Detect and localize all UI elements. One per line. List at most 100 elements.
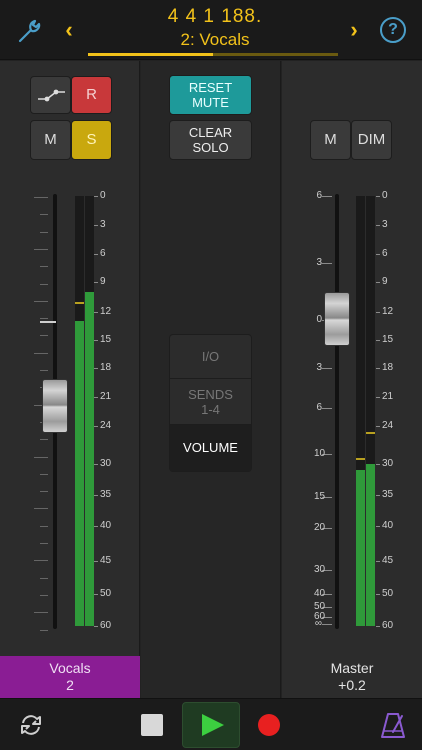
meter-left-level	[356, 470, 365, 626]
view-sends-label: SENDS	[188, 387, 233, 402]
mute-button[interactable]: M	[30, 120, 71, 160]
meter-scale-label: 30	[100, 458, 112, 469]
reset-mute-button[interactable]: RESET MUTE	[169, 75, 252, 115]
playhead-position[interactable]: 4 4 1 188.	[90, 6, 340, 28]
previous-track-button[interactable]: ‹	[58, 16, 80, 44]
fader-tick	[40, 577, 48, 579]
master-fader-label: 15	[314, 491, 326, 502]
selected-track-name: 2: Vocals	[180, 30, 250, 49]
meter-tick	[376, 340, 380, 341]
fader-tick	[40, 543, 48, 544]
automation-button[interactable]	[30, 76, 71, 114]
reset-mute-label-2: MUTE	[192, 95, 229, 110]
meter-tick	[94, 225, 98, 226]
master-fader-tick	[322, 408, 332, 409]
fader-tick	[34, 248, 48, 250]
meter-scale-label: 40	[100, 520, 112, 531]
meter-tick	[376, 397, 380, 398]
dim-button[interactable]: DIM	[351, 120, 392, 160]
fader-tick	[34, 352, 48, 354]
meter-scale-label: 9	[100, 276, 106, 287]
meter-tick	[376, 254, 380, 255]
meter-right-level	[366, 464, 375, 626]
clear-solo-button[interactable]: CLEAR SOLO	[169, 120, 252, 160]
fader-tick	[40, 370, 48, 371]
meter-tick	[94, 526, 98, 527]
track-number-label: 2	[66, 677, 74, 693]
master-fader-knob[interactable]	[324, 292, 350, 346]
meter-tick	[376, 561, 380, 562]
vocals-name-plate[interactable]: Vocals 2	[0, 656, 140, 698]
view-io-button[interactable]: I/O	[170, 335, 251, 379]
play-icon	[202, 714, 224, 736]
control-bar: ‹ 4 4 1 188. 2: Vocals › ?	[0, 0, 422, 60]
metronome-icon[interactable]	[378, 710, 408, 740]
meter-tick	[94, 196, 98, 197]
help-button[interactable]: ?	[380, 17, 406, 43]
meter-scale-label: 12	[100, 306, 112, 317]
vocals-fader-knob[interactable]	[42, 378, 68, 433]
solo-button[interactable]: S	[71, 120, 112, 160]
meter-tick	[376, 626, 380, 627]
meter-tick	[376, 225, 380, 226]
meter-right-level	[85, 292, 94, 626]
meter-scale-label: 60	[382, 620, 394, 631]
meter-tick	[376, 368, 380, 369]
master-name-label: Master	[330, 660, 374, 676]
view-sends-button[interactable]: SENDS 1-4	[170, 379, 251, 425]
stop-icon[interactable]	[141, 714, 163, 736]
meter-tick	[94, 282, 98, 283]
play-button[interactable]	[182, 702, 240, 748]
master-name-plate: Master +0.2	[282, 656, 422, 698]
automation-curve-icon	[38, 89, 65, 102]
fader-tick	[40, 473, 48, 475]
song-position-fill	[88, 53, 213, 56]
wrench-icon[interactable]	[14, 16, 44, 46]
meter-scale-label: 50	[382, 588, 394, 599]
master-fader-label: ∞	[314, 618, 322, 629]
meter-tick	[376, 526, 380, 527]
next-track-button[interactable]: ›	[343, 16, 365, 44]
master-fader-tick	[322, 263, 332, 264]
song-position-bar[interactable]	[88, 53, 338, 56]
meter-tick	[94, 397, 98, 398]
fader-tick	[40, 439, 48, 441]
master-mute-button[interactable]: M	[310, 120, 351, 160]
record-icon[interactable]	[258, 714, 280, 736]
meter-tick	[94, 312, 98, 313]
master-fader-label: 40	[314, 588, 326, 599]
meter-scale-label: 6	[100, 248, 106, 259]
record-enable-button[interactable]: R	[71, 76, 112, 114]
master-fader-tick	[322, 624, 332, 625]
vocals-channel-strip: R M S 0 3 6 9 12 15 18 21 24 30 35 40 45 50 60	[0, 61, 140, 698]
master-fader-label: 0	[316, 314, 322, 325]
fader-tick	[40, 491, 48, 493]
meter-scale-label: 35	[100, 489, 112, 500]
meter-scale-label: 3	[382, 219, 388, 230]
fader-tick	[34, 456, 48, 458]
fader-tick	[34, 612, 48, 614]
meter-scale-label: 60	[100, 620, 112, 631]
meter-scale-label: 21	[100, 391, 112, 402]
meter-left-level	[75, 321, 84, 626]
meter-scale-label: 21	[382, 391, 394, 402]
cycle-icon[interactable]	[16, 710, 46, 740]
meter-scale-label: 15	[382, 334, 394, 345]
fader-tick	[34, 508, 48, 510]
meter-tick	[376, 196, 380, 197]
meter-scale-label: 24	[100, 420, 112, 431]
fader-tick	[40, 335, 48, 337]
fader-tick	[40, 594, 48, 596]
meter-tick	[94, 368, 98, 369]
meter-scale-label: 45	[382, 555, 394, 566]
view-volume-button[interactable]: VOLUME	[170, 425, 251, 471]
master-fader-label: 20	[314, 522, 326, 533]
meter-peak-hold	[75, 302, 84, 304]
meter-scale-label: 12	[382, 306, 394, 317]
meter-tick	[376, 464, 380, 465]
master-fader-label: 6	[316, 190, 322, 201]
fader-tick	[40, 231, 48, 233]
meter-tick	[94, 495, 98, 496]
fader-tick	[40, 525, 48, 527]
meter-tick	[94, 340, 98, 341]
